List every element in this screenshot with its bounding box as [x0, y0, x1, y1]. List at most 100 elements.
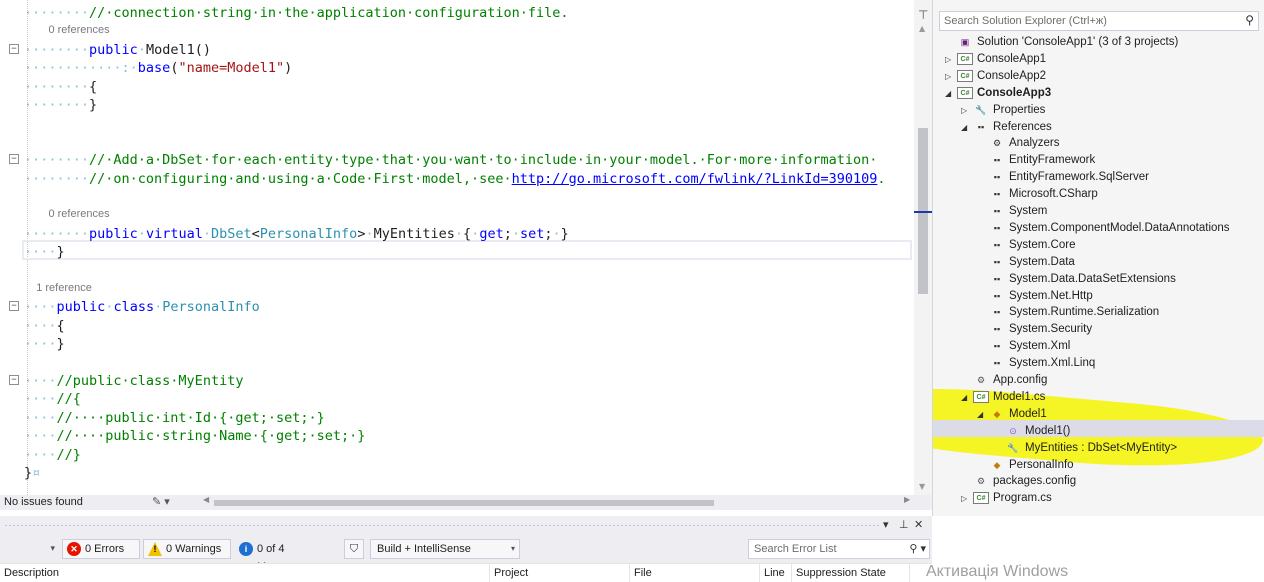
code-line[interactable]: }¤ — [0, 464, 914, 482]
code-line[interactable]: ········public·virtual·DbSet<PersonalInf… — [0, 225, 914, 243]
solution-explorer-search-input[interactable]: Search Solution Explorer (Ctrl+ж) ⚲ — [939, 11, 1259, 31]
editor-horizontal-scrollbar[interactable]: ◀ ▶ — [200, 495, 910, 508]
code-line[interactable]: ········//·connection·string·in·the·appl… — [0, 4, 914, 22]
column-project[interactable]: Project — [490, 564, 630, 582]
tree-node[interactable]: ▪▪ System.Xml — [933, 338, 1263, 355]
codelens-references[interactable]: 1 reference — [24, 282, 92, 294]
expand-arrow-icon[interactable]: ▷ — [945, 68, 955, 85]
collapse-arrow-icon[interactable]: ◢ — [977, 406, 987, 423]
code-line[interactable]: ····//····public·string·Name·{·get;·set;… — [0, 427, 914, 445]
tree-node[interactable]: ▪▪ System — [933, 203, 1263, 220]
code-line[interactable] — [0, 133, 914, 151]
column-suppression-state[interactable]: Suppression State — [792, 564, 910, 582]
scroll-left-arrow-icon[interactable]: ◀ — [203, 495, 209, 504]
code-line[interactable]: − ····public·class·PersonalInfo — [0, 298, 914, 316]
code-line[interactable] — [0, 188, 914, 206]
code-line[interactable]: − ········//·Add·a·DbSet·for·each·entity·… — [0, 151, 914, 169]
tree-node[interactable]: ▷ C# ConsoleApp1 — [933, 51, 1263, 68]
tree-node[interactable]: ⚙ App.config — [933, 372, 1263, 389]
tree-node[interactable]: ▪▪ System.Xml.Linq — [933, 355, 1263, 372]
code-line[interactable]: ····} — [0, 243, 914, 261]
build-filter-select[interactable]: Build + IntelliSense ▾ — [370, 539, 520, 559]
tree-node[interactable]: ⊙ Model1() — [933, 423, 1263, 440]
tree-node[interactable]: ▪▪ System.Data — [933, 254, 1263, 271]
scroll-up-arrow-icon[interactable]: ▲ — [919, 24, 925, 33]
tree-node[interactable]: ◢ ◆ Model1 — [933, 406, 1263, 423]
tree-node[interactable]: ◢ C# ConsoleApp3 — [933, 85, 1263, 102]
pin-icon[interactable]: ⊥ — [899, 518, 909, 531]
column-description[interactable]: Description — [0, 564, 490, 582]
hscroll-thumb[interactable] — [214, 500, 714, 506]
codelens-references[interactable]: 0 references — [24, 24, 109, 36]
tree-node[interactable]: ▪▪ System.ComponentModel.DataAnnotations — [933, 220, 1263, 237]
code-line[interactable]: ········//·on·configuring·and·using·a·Co… — [0, 170, 914, 188]
code-line[interactable]: ············:·base("name=Model1") — [0, 59, 914, 77]
search-icon[interactable]: ⚲ ▾ — [909, 540, 926, 558]
dropdown-icon[interactable]: ▾ — [883, 518, 889, 531]
column-file[interactable]: File — [630, 564, 760, 582]
collapse-region-icon[interactable]: − — [9, 301, 19, 312]
code-line[interactable] — [0, 354, 914, 372]
expand-arrow-icon[interactable]: ▷ — [945, 51, 955, 68]
tree-node[interactable]: ◢ C# Model1.cs — [933, 389, 1263, 406]
collapse-arrow-icon[interactable]: ◢ — [945, 85, 955, 102]
code-line[interactable]: − ········public·Model1() — [0, 41, 914, 59]
tree-node[interactable]: ⚙ packages.config — [933, 473, 1263, 490]
tree-node[interactable]: ◆ PersonalInfo — [933, 457, 1263, 474]
code-line[interactable]: ····} — [0, 335, 914, 353]
expand-arrow-icon[interactable]: ▷ — [961, 102, 971, 119]
tree-node[interactable]: ▷ C# Program.cs — [933, 490, 1263, 507]
tree-node[interactable]: ▷ 🔧 Properties — [933, 102, 1263, 119]
error-list-search-input[interactable]: Search Error List ⚲ ▾ — [748, 539, 930, 559]
code-editor[interactable]: ········//·connection·string·in·the·appl… — [0, 0, 914, 495]
tree-node[interactable]: ▷ C# ConsoleApp2 — [933, 68, 1263, 85]
code-line[interactable] — [0, 114, 914, 132]
filter-icon[interactable]: ⛉ — [344, 539, 364, 559]
search-icon[interactable]: ⚲ — [1245, 13, 1254, 27]
editor-vertical-scrollbar[interactable] — [914, 0, 932, 495]
tree-node[interactable]: ▪▪ System.Net.Http — [933, 288, 1263, 305]
close-icon[interactable]: ✕ — [914, 518, 923, 531]
codelens-row[interactable]: 0 references — [0, 206, 914, 224]
tree-node[interactable]: ▪▪ EntityFramework.SqlServer — [933, 169, 1263, 186]
tree-node[interactable]: ▪▪ Microsoft.CSharp — [933, 186, 1263, 203]
code-link[interactable]: http://go.microsoft.com/fwlink/?LinkId=3… — [512, 171, 878, 187]
collapse-region-icon[interactable]: − — [9, 154, 19, 165]
tree-node[interactable]: 🔧 MyEntities : DbSet<MyEntity> — [933, 440, 1263, 457]
code-line[interactable]: ····//····public·int·Id·{·get;·set;·} — [0, 409, 914, 427]
collapse-region-icon[interactable]: − — [9, 375, 19, 385]
tree-node[interactable]: ▪▪ System.Runtime.Serialization — [933, 304, 1263, 321]
errors-filter-button[interactable]: ✕ 0 Errors — [62, 539, 140, 559]
collapse-region-icon[interactable]: − — [9, 43, 19, 54]
drag-grip[interactable] — [4, 524, 879, 527]
split-window-icon[interactable]: ⊤ — [918, 8, 928, 22]
code-cleanup-icon[interactable]: ✎ ▾ — [152, 495, 170, 508]
codelens-row[interactable]: 0 references — [0, 22, 914, 40]
collapse-arrow-icon[interactable]: ◢ — [961, 119, 971, 136]
issues-status[interactable]: No issues found — [4, 496, 83, 508]
expand-arrow-icon[interactable]: ▷ — [961, 490, 971, 507]
tree-node[interactable]: ▪▪ System.Core — [933, 237, 1263, 254]
scroll-right-arrow-icon[interactable]: ▶ — [904, 495, 910, 504]
code-line[interactable]: ········{ — [0, 78, 914, 96]
code-line[interactable]: ····//{ — [0, 390, 914, 408]
tree-node[interactable]: ▣ Solution 'ConsoleApp1' (3 of 3 projects… — [933, 34, 1263, 51]
tree-node[interactable]: ▪▪ System.Security — [933, 321, 1263, 338]
tree-node[interactable]: ◢ ▪▪ References — [933, 119, 1263, 136]
codelens-row[interactable]: 1 reference — [0, 280, 914, 298]
tree-node[interactable]: ▪▪ EntityFramework — [933, 152, 1263, 169]
code-line[interactable]: ········} — [0, 96, 914, 114]
scope-dropdown[interactable]: ▾ — [8, 540, 58, 558]
scroll-down-arrow-icon[interactable]: ▼ — [919, 482, 925, 491]
messages-filter-button[interactable]: i 0 of 4 Messages — [234, 539, 340, 573]
warnings-filter-button[interactable]: ! 0 Warnings — [143, 539, 231, 559]
codelens-references[interactable]: 0 references — [24, 208, 109, 220]
code-line[interactable] — [0, 262, 914, 280]
code-line[interactable]: − ····//public·class·MyEntity — [0, 372, 914, 390]
collapse-arrow-icon[interactable]: ◢ — [961, 389, 971, 406]
tree-node[interactable]: ▪▪ System.Data.DataSetExtensions — [933, 271, 1263, 288]
code-line[interactable]: ····//} — [0, 446, 914, 464]
tree-node[interactable]: ⚙ Analyzers — [933, 135, 1263, 152]
column-line[interactable]: Line — [760, 564, 792, 582]
code-line[interactable]: ····{ — [0, 317, 914, 335]
